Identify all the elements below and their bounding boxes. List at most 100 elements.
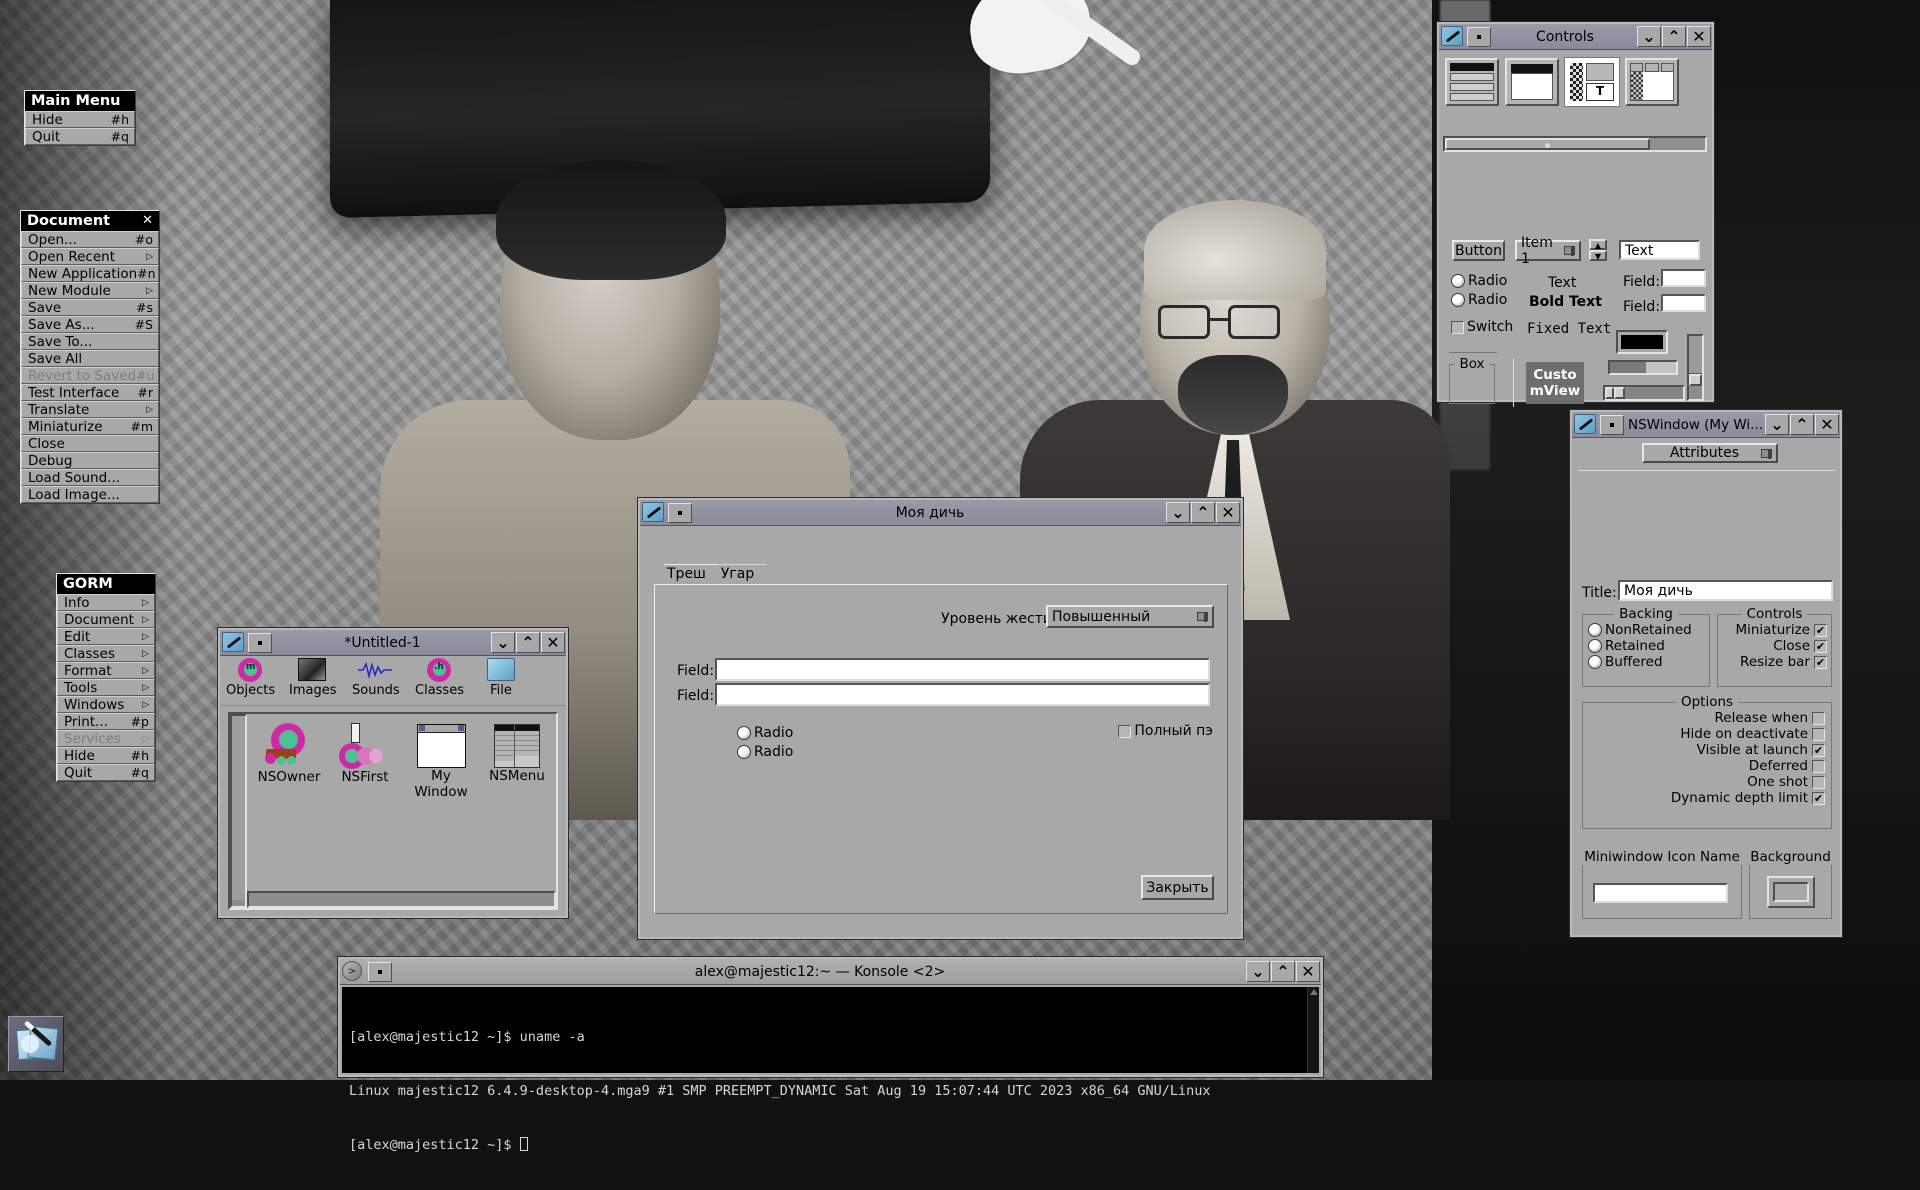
toolbar-item-sounds[interactable]: Sounds [352,658,400,698]
maximize-icon[interactable]: ⌃ [1662,26,1686,47]
object-browser-canvas[interactable]: NSOwner NSFirst My Window NSMenu [247,714,556,908]
window-menu-button[interactable] [1467,26,1491,47]
dialog-radio-1[interactable]: Radio [737,725,793,741]
gorm-menu-item-document[interactable]: Document ▷ [57,611,155,628]
konsole-titlebar[interactable]: > alex@majestic12:~ — Konsole <2> ⌄ ⌃ ✕ [340,959,1321,985]
controls-option-resize-bar[interactable]: Resize bar ✔ [1718,654,1827,670]
dialog-tabview[interactable]: Треш Угар Уровень жести Повышенный Field… [654,562,1228,914]
options-option-release-when[interactable]: Release when [1583,710,1825,726]
terminal-scrollbar[interactable] [1307,987,1319,1073]
options-option-one-shot[interactable]: One shot [1583,774,1825,790]
close-icon[interactable]: ✕ [1815,414,1839,435]
palette-tab-windows[interactable] [1505,58,1559,106]
document-menu-item-miniaturize[interactable]: Miniaturize #m [21,418,159,435]
konsole-terminal[interactable]: [alex@majestic12 ~]$ uname -a Linux maje… [342,987,1319,1153]
miniwindow-icon-field[interactable] [1593,883,1728,903]
document-menu-item-load-image[interactable]: Load Image... [21,486,159,503]
maximize-icon[interactable]: ⌃ [1790,414,1814,435]
backing-option-buffered[interactable]: Buffered [1588,654,1709,670]
moya-dich-dialog[interactable]: Моя дичь ⌄ ⌃ ✕ Треш Угар Уровень жести П… [638,498,1243,939]
checkbox-icon[interactable]: ✔ [1814,623,1827,637]
toolbar-item-file[interactable]: File [478,658,524,698]
palette-scroller-h[interactable] [1603,385,1685,401]
checkbox-icon[interactable] [1451,320,1464,334]
object-nsmenu[interactable]: NSMenu [485,723,549,800]
toolbar-item-objects[interactable]: m Objects [226,658,275,698]
nswindow-inspector-window[interactable]: NSWindow (My Wi... ⌄ ⌃ ✕ Attributes Titl… [1570,410,1842,937]
tab-ugar[interactable]: Угар [708,564,766,584]
palette-tab-controls[interactable]: T [1565,58,1619,106]
document-menu-item-save[interactable]: Save #s [21,299,159,316]
object-browser-hscroll[interactable] [247,891,556,908]
gorm-doc-toolbar[interactable]: m Objects Images Sounds .h Classes File [220,658,566,706]
terminal-output[interactable]: [alex@majestic12 ~]$ uname -a Linux maje… [342,987,1307,1153]
document-menu-item-open[interactable]: Open... #o [21,231,159,248]
checkbox-icon[interactable] [1118,724,1132,738]
background-color-well[interactable] [1767,876,1815,908]
object-my-window[interactable]: My Window [409,723,473,800]
checkbox-icon[interactable] [1812,727,1825,741]
window-menu-button[interactable] [668,502,692,523]
radio-icon[interactable] [1588,623,1602,637]
radio-icon[interactable] [737,745,751,759]
gorm-menu-item-info[interactable]: Info ▷ [57,594,155,611]
minimize-icon[interactable]: ⌄ [1765,414,1789,435]
gorm-menu-item-quit[interactable]: Quit #q [57,764,155,781]
close-icon[interactable]: ✕ [142,214,153,227]
main-menu-item-hide[interactable]: Hide #h [25,111,135,128]
object-nsfirst[interactable]: NSFirst [333,723,397,800]
palette-customview-widget[interactable]: Custo mView [1526,362,1584,404]
gorm-doc-window-buttons[interactable]: ⌄ ⌃ ✕ [491,632,566,653]
window-menu-button[interactable] [1600,414,1624,435]
maximize-icon[interactable]: ⌃ [1271,961,1295,982]
toolbar-item-classes[interactable]: .h Classes [415,658,464,698]
options-option-hide-on-deactivate[interactable]: Hide on deactivate [1583,726,1825,742]
options-option-visible-at-launch[interactable]: Visible at launch ✔ [1583,742,1825,758]
palette-stepper-widget[interactable]: ▲ ▼ [1589,239,1607,262]
palette-scrollbar[interactable] [1443,136,1707,152]
controls-palette-window[interactable]: Controls ⌄ ⌃ ✕ T Button Item 1 ▲ ▼ Text … [1437,22,1714,407]
radio-icon[interactable] [1588,639,1602,653]
dialog-checkbox[interactable]: Полный пэ [1118,723,1213,739]
minimize-icon[interactable]: ⌄ [1637,26,1661,47]
palette-box-widget[interactable]: Box [1449,356,1495,404]
palette-button-widget[interactable]: Button [1452,240,1505,261]
palette-field-2[interactable] [1661,294,1706,312]
palette-popup-widget[interactable]: Item 1 [1515,235,1581,267]
palette-scrollbar-thumb[interactable] [1445,138,1650,150]
options-option-dynamic-depth-limit[interactable]: Dynamic depth limit ✔ [1583,790,1825,806]
checkbox-icon[interactable] [1812,711,1825,725]
maximize-icon[interactable]: ⌃ [516,632,540,653]
palette-scroller-v[interactable] [1687,334,1704,401]
palette-textfield-widget[interactable]: Text [1619,240,1700,260]
gorm-menu-item-hide[interactable]: Hide #h [57,747,155,764]
gorm-doc-titlebar[interactable]: *Untitled-1 ⌄ ⌃ ✕ [220,630,566,656]
controls-option-miniaturize[interactable]: Miniaturize ✔ [1718,622,1827,638]
inspector-window-buttons[interactable]: ⌄ ⌃ ✕ [1765,414,1840,435]
gorm-desktop-icon[interactable] [8,1016,64,1072]
document-menu-item-debug[interactable]: Debug [21,452,159,469]
gorm-object-browser[interactable]: NSOwner NSFirst My Window NSMenu [228,712,558,910]
window-menu-button[interactable] [248,632,272,653]
palette-titlebar[interactable]: Controls ⌄ ⌃ ✕ [1439,24,1712,50]
close-icon[interactable]: ✕ [1687,26,1711,47]
maximize-icon[interactable]: ⌃ [1191,502,1215,523]
inspector-section-popup[interactable]: Attributes [1642,443,1778,463]
minimize-icon[interactable]: ⌄ [491,632,515,653]
close-icon[interactable]: ✕ [1296,961,1320,982]
main-menu[interactable]: Main Menu Hide #h Quit #q [24,90,136,146]
dialog-field2[interactable] [715,683,1210,706]
controls-option-close[interactable]: Close ✔ [1718,638,1827,654]
gorm-menu-item-classes[interactable]: Classes ▷ [57,645,155,662]
close-icon[interactable]: ✕ [1216,502,1240,523]
backing-option-retained[interactable]: Retained [1588,638,1709,654]
gorm-document-window[interactable]: *Untitled-1 ⌄ ⌃ ✕ m Objects Images Sound… [218,628,568,918]
dialog-titlebar[interactable]: Моя дичь ⌄ ⌃ ✕ [640,500,1241,526]
checkbox-icon[interactable]: ✔ [1814,655,1827,669]
palette-radio-1[interactable]: Radio [1451,273,1507,289]
dialog-radio-2[interactable]: Radio [737,744,793,760]
document-menu-item-load-sound[interactable]: Load Sound... [21,469,159,486]
gorm-menu-item-format[interactable]: Format ▷ [57,662,155,679]
gorm-menu-item-tools[interactable]: Tools ▷ [57,679,155,696]
document-menu-item-close[interactable]: Close [21,435,159,452]
